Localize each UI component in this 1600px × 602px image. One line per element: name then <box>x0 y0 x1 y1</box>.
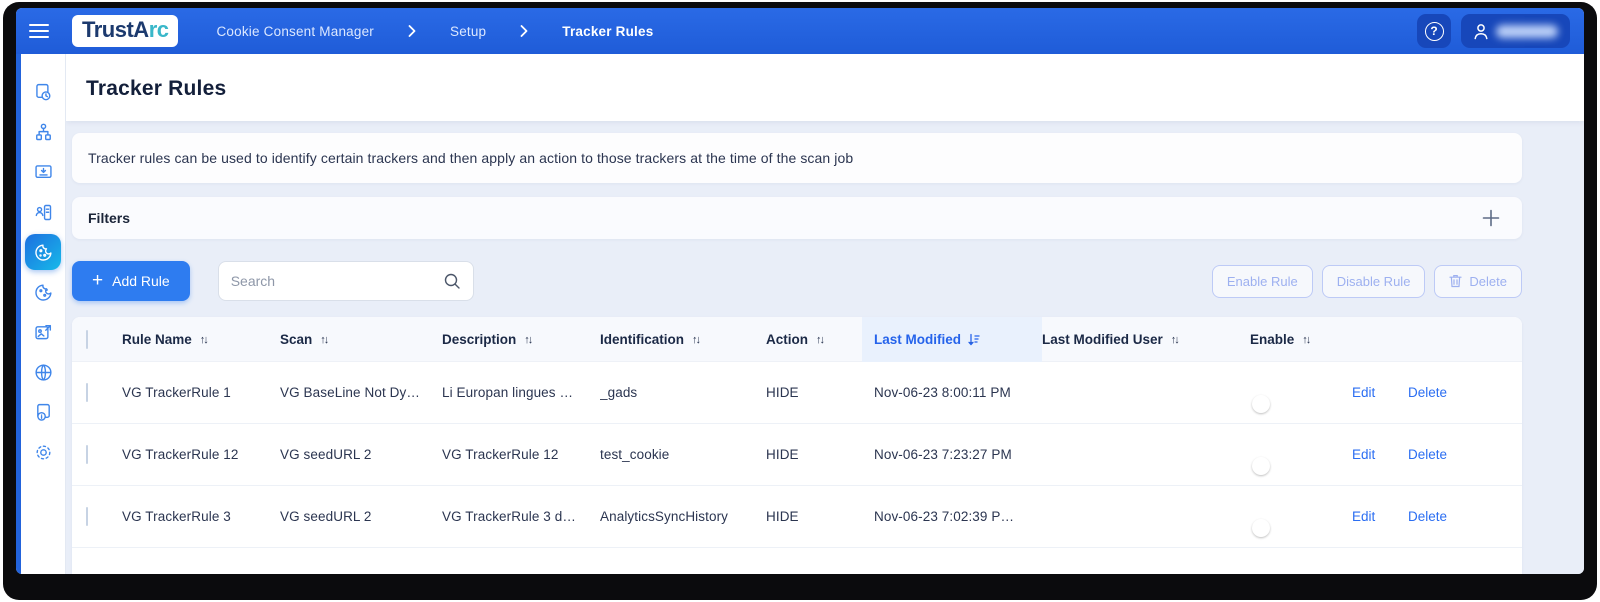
cell-rule-name: VG TrackerRule 1 <box>122 385 231 400</box>
delete-link[interactable]: Delete <box>1408 385 1447 400</box>
hamburger-menu-icon[interactable] <box>16 23 62 39</box>
sidebar-cookie-rules-icon[interactable] <box>25 274 61 310</box>
top-navbar: TrustArc Cookie Consent Manager Setup Tr… <box>16 8 1584 54</box>
table-header-row: Rule Name ↑↓ Scan ↑↓ Description ↑↓ Identif… <box>72 317 1522 362</box>
cell-scan: VG seedURL 2 <box>280 447 372 462</box>
tracker-rules-table: Rule Name ↑↓ Scan ↑↓ Description ↑↓ Identif… <box>72 317 1522 574</box>
app-window: TrustArc Cookie Consent Manager Setup Tr… <box>16 8 1584 574</box>
table-row: VG TrackerRule 1 VG BaseLine Not Dy… Li … <box>72 362 1522 424</box>
enable-rule-button[interactable]: Enable Rule <box>1211 264 1313 298</box>
trustarc-logo[interactable]: TrustArc <box>72 15 179 47</box>
sort-icon: ↑↓ <box>692 333 701 346</box>
table-row: VG TrackerRule 3 VG seedURL 2 VG Tracker… <box>72 486 1522 548</box>
sidebar-report-clock-icon[interactable] <box>25 74 61 110</box>
select-all-checkbox[interactable] <box>86 329 88 349</box>
sidebar-banner-download-icon[interactable] <box>25 154 61 190</box>
edit-link[interactable]: Edit <box>1352 509 1375 524</box>
sort-descending-icon <box>968 333 980 346</box>
column-header-last-modified-user[interactable]: Last Modified User ↑↓ <box>1042 317 1250 362</box>
help-button[interactable]: ? <box>1417 14 1451 48</box>
sort-icon: ↑↓ <box>1170 333 1180 346</box>
column-header-identification[interactable]: Identification ↑↓ <box>600 317 766 362</box>
row-checkbox[interactable] <box>86 444 88 464</box>
table-toolbar: + Add Rule Enable Rule Disable Rule Dele… <box>72 261 1522 301</box>
sidebar-export-card-icon[interactable] <box>25 314 61 350</box>
cell-identification: test_cookie <box>600 447 670 462</box>
cell-identification: AnalyticsSyncHistory <box>600 509 729 524</box>
chevron-right-icon <box>408 25 416 37</box>
column-header-enable[interactable]: Enable ↑↓ <box>1250 317 1352 362</box>
cell-last-modified: Nov-06-23 8:00:11 PM <box>874 385 1011 400</box>
sidebar-settings-gear-icon[interactable] <box>25 434 61 470</box>
navbar-right-actions: ? <box>1417 14 1570 48</box>
column-header-action[interactable]: Action ↑↓ <box>766 317 874 362</box>
sort-icon: ↑↓ <box>320 333 329 346</box>
breadcrumb-tracker-rules: Tracker Rules <box>562 23 654 39</box>
breadcrumb-setup[interactable]: Setup <box>450 24 486 39</box>
delete-button[interactable]: Delete <box>1434 264 1522 298</box>
sidebar-sitemap-icon[interactable] <box>25 114 61 150</box>
cell-action: HIDE <box>766 509 799 524</box>
cell-rule-name: VG TrackerRule 3 <box>122 509 231 524</box>
column-header-description[interactable]: Description ↑↓ <box>442 317 600 362</box>
row-checkbox[interactable] <box>86 506 88 526</box>
sort-icon: ↑↓ <box>199 333 209 346</box>
expand-filters-plus-icon[interactable] <box>1482 209 1506 227</box>
edit-link[interactable]: Edit <box>1352 385 1375 400</box>
sort-icon: ↑↓ <box>816 333 825 346</box>
search-input[interactable] <box>230 273 443 289</box>
cell-description: Li Europan lingues … <box>442 385 574 400</box>
column-header-rule-name[interactable]: Rule Name ↑↓ <box>122 317 280 362</box>
cell-action: HIDE <box>766 385 799 400</box>
cell-identification: _gads <box>600 385 638 400</box>
sidebar-document-info-icon[interactable] <box>25 394 61 430</box>
info-banner: Tracker rules can be used to identify ce… <box>72 133 1522 183</box>
delete-link[interactable]: Delete <box>1408 447 1447 462</box>
sidebar-audit-person-icon[interactable] <box>25 194 61 230</box>
filters-label: Filters <box>88 210 131 226</box>
edit-link[interactable]: Edit <box>1352 447 1375 462</box>
delete-link[interactable]: Delete <box>1408 509 1447 524</box>
page-title-bar: Tracker Rules <box>66 54 1584 121</box>
table-row: VG TrackerRule 12 VG seedURL 2 VG Tracke… <box>72 424 1522 486</box>
cell-rule-name: VG TrackerRule 12 <box>122 447 239 462</box>
column-header-scan[interactable]: Scan ↑↓ <box>280 317 442 362</box>
cell-description: VG TrackerRule 12 <box>442 447 559 462</box>
cell-scan: VG seedURL 2 <box>280 509 372 524</box>
search-box <box>217 261 474 301</box>
chevron-right-icon <box>520 25 528 37</box>
cell-action: HIDE <box>766 447 799 462</box>
search-icon <box>444 273 460 289</box>
add-rule-button[interactable]: + Add Rule <box>72 261 190 301</box>
cell-description: VG TrackerRule 3 d… <box>442 509 576 524</box>
cell-scan: VG BaseLine Not Dy… <box>280 385 420 400</box>
sidebar-globe-icon[interactable] <box>25 354 61 390</box>
page-title: Tracker Rules <box>86 77 227 100</box>
main-content: Tracker Rules Tracker rules can be used … <box>66 54 1584 574</box>
row-checkbox[interactable] <box>86 382 88 402</box>
cell-last-modified: Nov-06-23 7:02:39 P… <box>874 509 1015 524</box>
bulk-actions: Enable Rule Disable Rule Delete <box>1211 264 1522 298</box>
user-account-button[interactable] <box>1461 14 1570 48</box>
column-header-last-modified-sorted[interactable]: Last Modified <box>862 317 1042 362</box>
disable-rule-button[interactable]: Disable Rule <box>1321 264 1426 298</box>
user-icon <box>1474 23 1488 39</box>
question-mark-icon: ? <box>1424 21 1444 41</box>
breadcrumb-cookie-consent-manager[interactable]: Cookie Consent Manager <box>216 24 374 39</box>
cell-last-modified: Nov-06-23 7:23:27 PM <box>874 447 1012 462</box>
user-name-redacted <box>1496 24 1558 38</box>
sort-icon: ↑↓ <box>1302 333 1311 346</box>
plus-icon: + <box>92 269 104 291</box>
sort-icon: ↑↓ <box>524 333 533 346</box>
sidebar-cookies-icon-active[interactable] <box>25 234 61 270</box>
breadcrumb: Cookie Consent Manager Setup Tracker Rul… <box>216 24 653 39</box>
filters-panel[interactable]: Filters <box>72 197 1522 239</box>
trash-icon <box>1449 275 1463 288</box>
icon-sidebar <box>21 54 66 574</box>
